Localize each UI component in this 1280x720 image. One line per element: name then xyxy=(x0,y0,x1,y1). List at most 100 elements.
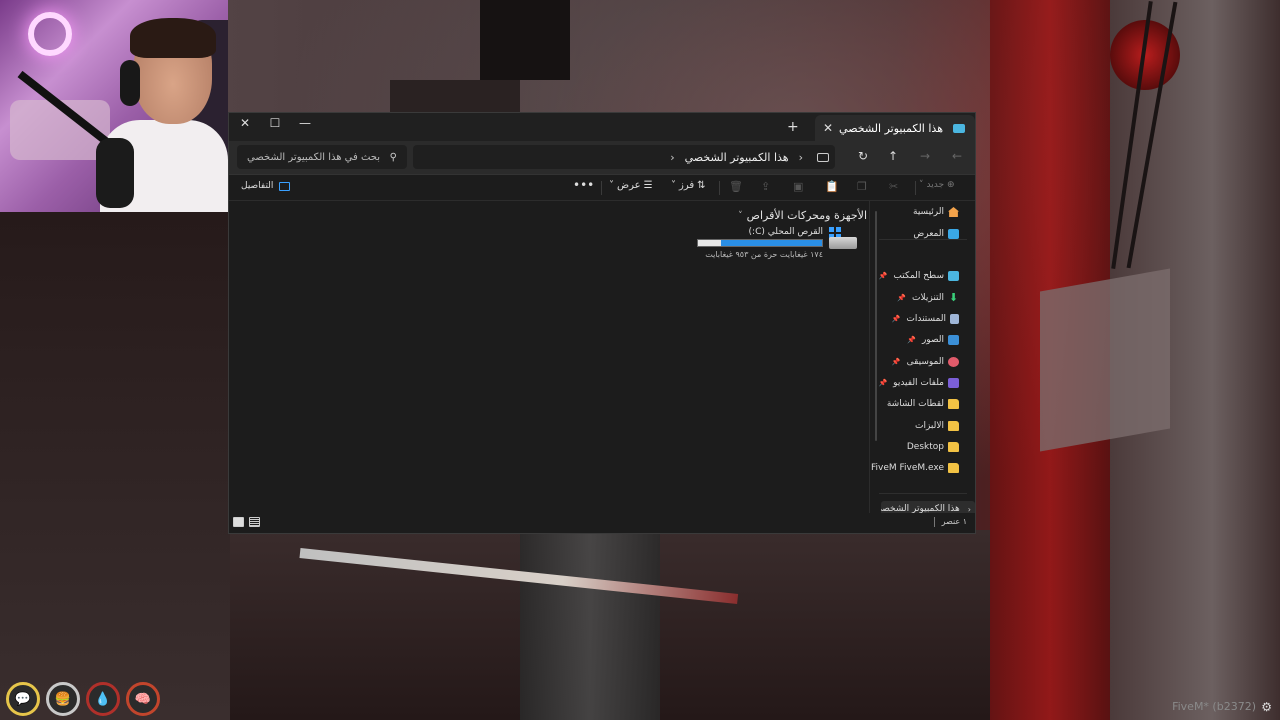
downloads-icon: ⬇ xyxy=(948,291,959,304)
sidebar-scrollbar[interactable] xyxy=(875,211,877,441)
sidebar-divider xyxy=(879,239,967,240)
file-explorer-window: ✕ ☐ — + هذا الكمبيوتر الشخصي ✕ بحث في هذ… xyxy=(228,112,976,534)
tab-close-button[interactable]: ✕ xyxy=(823,121,833,135)
rename-icon[interactable]: ▣ xyxy=(793,180,803,193)
share-icon[interactable]: ⇪ xyxy=(761,180,770,193)
sort-icon: ⇅ xyxy=(697,180,706,191)
pc-icon xyxy=(953,123,965,133)
pin-icon: 📌 xyxy=(897,294,906,302)
folder-icon xyxy=(948,421,959,431)
pc-icon xyxy=(817,152,829,162)
section-header-devices[interactable]: ˅ الأجهزة ومحركات الأقراص xyxy=(738,209,867,222)
videos-icon xyxy=(948,378,959,388)
window-close-button[interactable]: ✕ xyxy=(233,116,257,130)
sidebar-item-label: FiveM FiveM.exe xyxy=(871,463,944,473)
stress-icon: 🧠 xyxy=(126,682,160,716)
pictures-icon xyxy=(948,335,959,345)
chevron-right-icon[interactable]: › xyxy=(799,151,803,164)
toolbar-divider xyxy=(601,181,602,195)
new-button[interactable]: ˅ جديد ⊕ xyxy=(919,180,955,190)
command-bar: التفاصيل ••• ˅ عرض ☰ ˅ فرز ⇅ 🗑 ⇪ ▣ 📋 ❐ ✂… xyxy=(229,175,975,201)
chevron-right-icon[interactable]: › xyxy=(670,151,674,164)
sidebar-item-desktop[interactable]: سطح المكتب 📌 xyxy=(879,267,959,285)
window-minimize-button[interactable]: — xyxy=(293,116,317,130)
chevron-down-icon: ˅ xyxy=(671,180,676,191)
chevron-down-icon: ˅ xyxy=(609,180,614,191)
sidebar-item-label: الصور xyxy=(921,335,944,345)
tiles-view-toggle[interactable] xyxy=(233,517,244,527)
pin-icon: 📌 xyxy=(878,379,888,387)
view-icon: ☰ xyxy=(643,180,653,191)
sidebar-divider xyxy=(879,493,967,494)
sidebar-item-screenshots[interactable]: لقطات الشاشة xyxy=(887,395,959,413)
toolbar-divider xyxy=(719,181,720,195)
pin-icon: 📌 xyxy=(878,272,888,280)
sidebar-item-label: المعرض xyxy=(913,229,944,239)
sidebar-item-label: المستندات xyxy=(906,314,946,324)
drive-usage-bar xyxy=(697,239,823,247)
view-label: عرض xyxy=(617,180,641,191)
plus-circle-icon: ⊕ xyxy=(947,180,955,190)
breadcrumb-item-this-pc[interactable]: هذا الكمبيوتر الشخصي xyxy=(685,151,789,164)
sidebar-item-home[interactable]: الرئيسية xyxy=(913,203,959,221)
chevron-down-icon[interactable]: ˅ xyxy=(738,211,743,221)
copy-icon[interactable]: ❐ xyxy=(857,180,867,193)
drive-c-tile[interactable]: القرص المحلي (C:) ١٧٤ غيغابايت حرة من ٩٥… xyxy=(689,227,857,259)
sidebar-item-label: سطح المكتب xyxy=(893,271,944,281)
breadcrumb[interactable]: › هذا الكمبيوتر الشخصي › xyxy=(413,145,835,169)
pin-icon: 📌 xyxy=(891,358,901,366)
sidebar-item-label: Desktop xyxy=(906,442,944,452)
tab-this-pc[interactable]: هذا الكمبيوتر الشخصي ✕ xyxy=(815,115,975,141)
game-character xyxy=(520,530,660,720)
item-count: ١ عنصر xyxy=(941,517,967,526)
sidebar-item-gallery[interactable]: المعرض xyxy=(913,225,959,243)
details-label: التفاصيل xyxy=(241,181,274,191)
sidebar-item-documents[interactable]: المستندات 📌 xyxy=(892,310,959,328)
drive-free-space: ١٧٤ غيغابايت حرة من ٩٥٣ غيغابايت xyxy=(705,250,823,259)
folder-icon xyxy=(948,442,959,452)
voice-icon: 💬 xyxy=(6,682,40,716)
cut-icon[interactable]: ✂ xyxy=(889,180,898,193)
sidebar-item-albums[interactable]: الالبزات xyxy=(915,417,959,435)
gallery-icon xyxy=(948,229,959,239)
sidebar-item-downloads[interactable]: ⬇ التنزيلات 📌 xyxy=(897,289,959,307)
new-tab-button[interactable]: + xyxy=(787,119,799,135)
details-view-toggle[interactable] xyxy=(249,517,260,527)
gear-icon[interactable]: ⚙ xyxy=(1261,700,1272,714)
paste-icon[interactable]: 📋 xyxy=(825,180,839,193)
sidebar-item-label: لقطات الشاشة xyxy=(886,399,944,409)
drive-usage-fill xyxy=(720,240,822,246)
sidebar-item-desktop-folder[interactable]: Desktop xyxy=(907,438,959,456)
game-hud: 💬 🍔 💧 🧠 xyxy=(6,682,160,716)
search-input[interactable]: بحث في هذا الكمبيوتر الشخصي ⚲ xyxy=(237,145,407,169)
desktop-icon xyxy=(948,271,959,281)
game-scene-box xyxy=(1040,268,1170,452)
toolbar-divider xyxy=(915,181,916,195)
forward-button[interactable]: → xyxy=(915,149,935,163)
sidebar-item-fivem[interactable]: FiveM FiveM.exe xyxy=(871,459,959,477)
up-button[interactable]: ↑ xyxy=(883,149,903,163)
sidebar-item-pictures[interactable]: الصور 📌 xyxy=(907,331,959,349)
game-scene-speaker xyxy=(480,0,570,80)
hunger-icon: 🍔 xyxy=(46,682,80,716)
back-button[interactable]: ← xyxy=(947,149,967,163)
hard-disk-icon xyxy=(829,237,857,249)
webcam-headphones xyxy=(120,60,140,106)
sort-label: فرز xyxy=(679,180,695,191)
drive-name: القرص المحلي (C:) xyxy=(748,227,823,237)
more-options-button[interactable]: ••• xyxy=(573,178,594,192)
window-maximize-button[interactable]: ☐ xyxy=(263,116,287,130)
fivem-version-label: FiveM* (b2372) xyxy=(1172,700,1256,713)
delete-icon[interactable]: 🗑 xyxy=(729,180,743,193)
title-bar: ✕ ☐ — + هذا الكمبيوتر الشخصي ✕ xyxy=(229,113,975,141)
details-pane-button[interactable]: التفاصيل xyxy=(241,181,291,191)
sidebar-item-music[interactable]: الموسيقى 📌 xyxy=(892,353,959,371)
sort-button[interactable]: ˅ فرز ⇅ xyxy=(671,180,706,191)
details-pane-icon xyxy=(279,181,291,191)
game-scene-shadow xyxy=(0,212,232,720)
view-button[interactable]: ˅ عرض ☰ xyxy=(609,180,653,191)
sidebar-item-label: التنزيلات xyxy=(912,293,944,303)
sidebar-item-videos[interactable]: ملفات الفيديو 📌 xyxy=(878,374,959,392)
webcam-ring-light xyxy=(28,12,72,56)
refresh-button[interactable]: ↻ xyxy=(853,149,873,163)
